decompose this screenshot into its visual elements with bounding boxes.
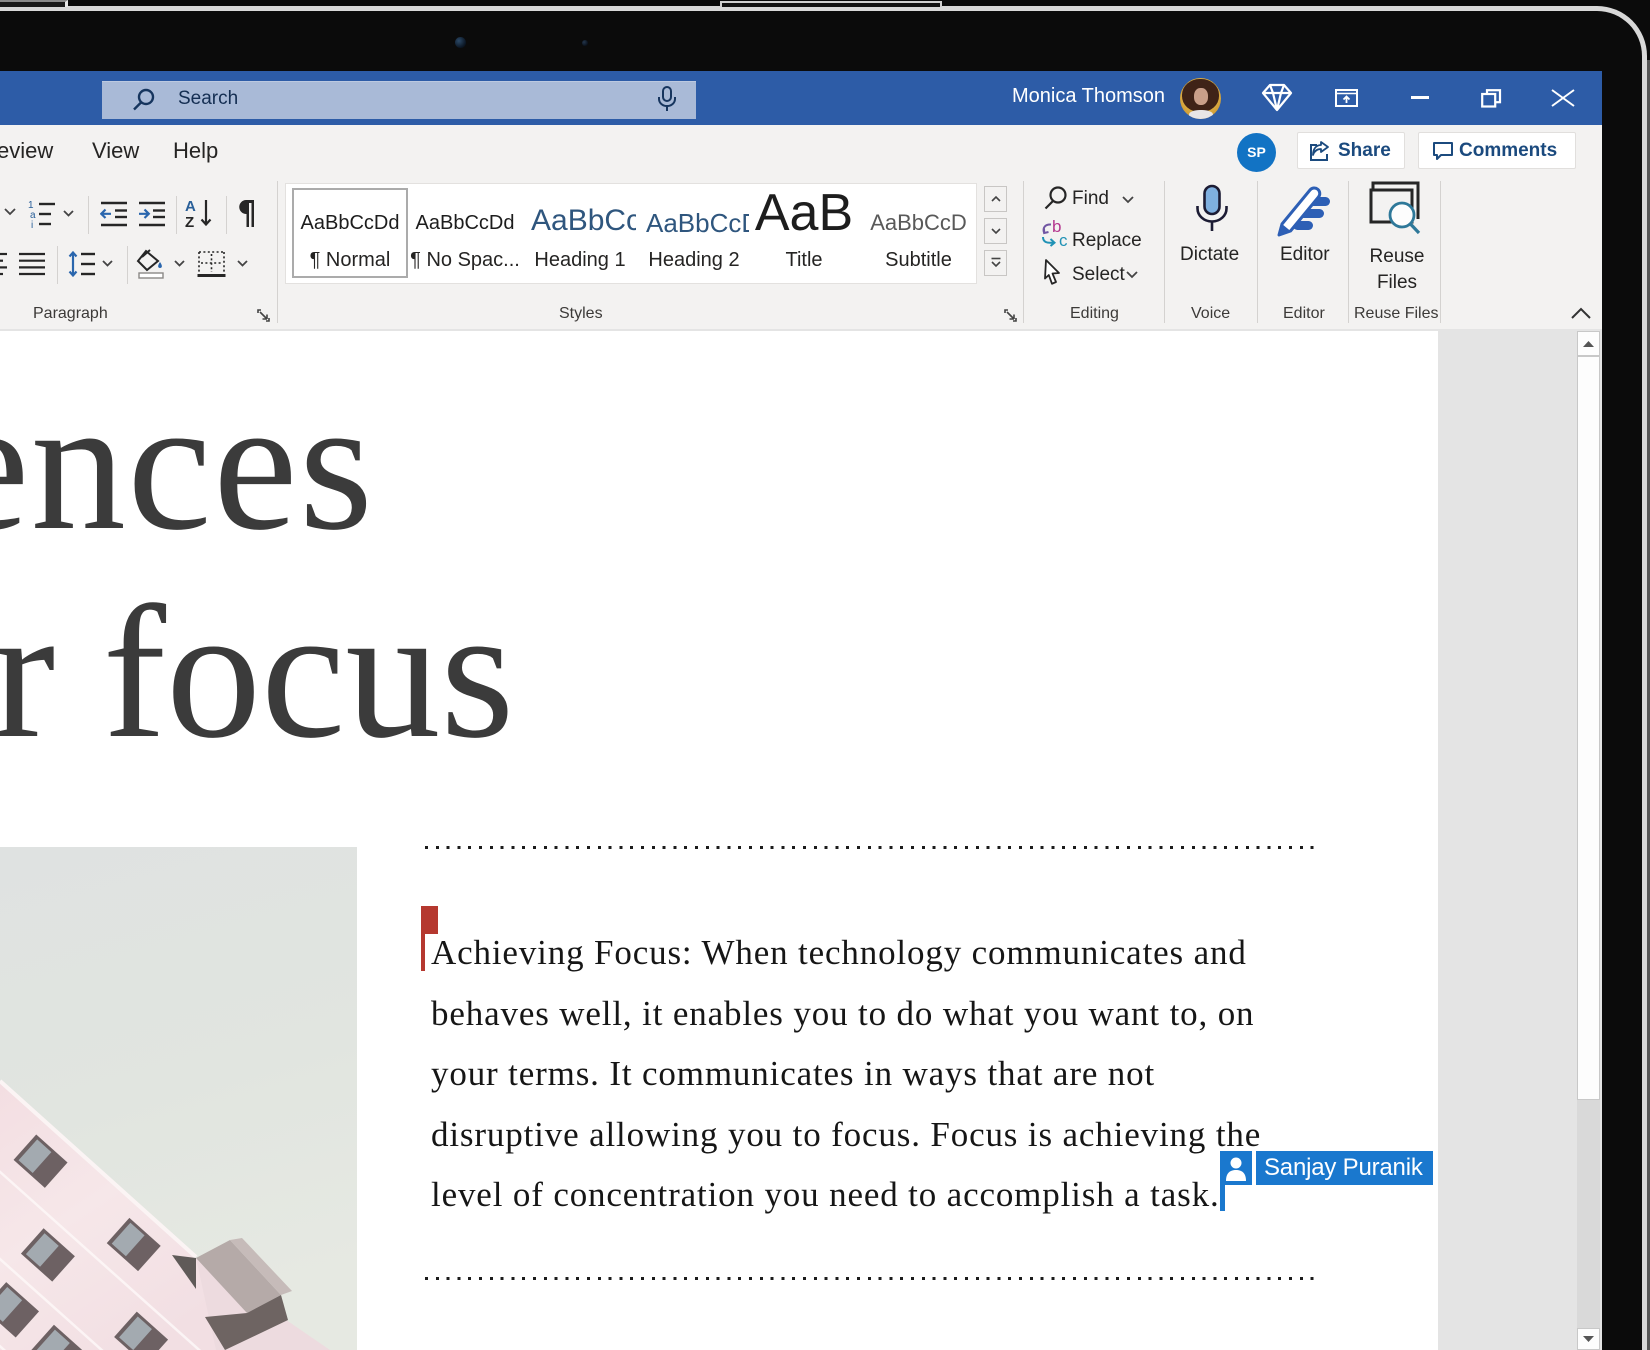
svg-text:A: A — [185, 198, 196, 215]
svg-text:Z: Z — [185, 214, 194, 229]
svg-text:i: i — [31, 220, 33, 229]
svg-text:c: c — [1059, 231, 1068, 249]
